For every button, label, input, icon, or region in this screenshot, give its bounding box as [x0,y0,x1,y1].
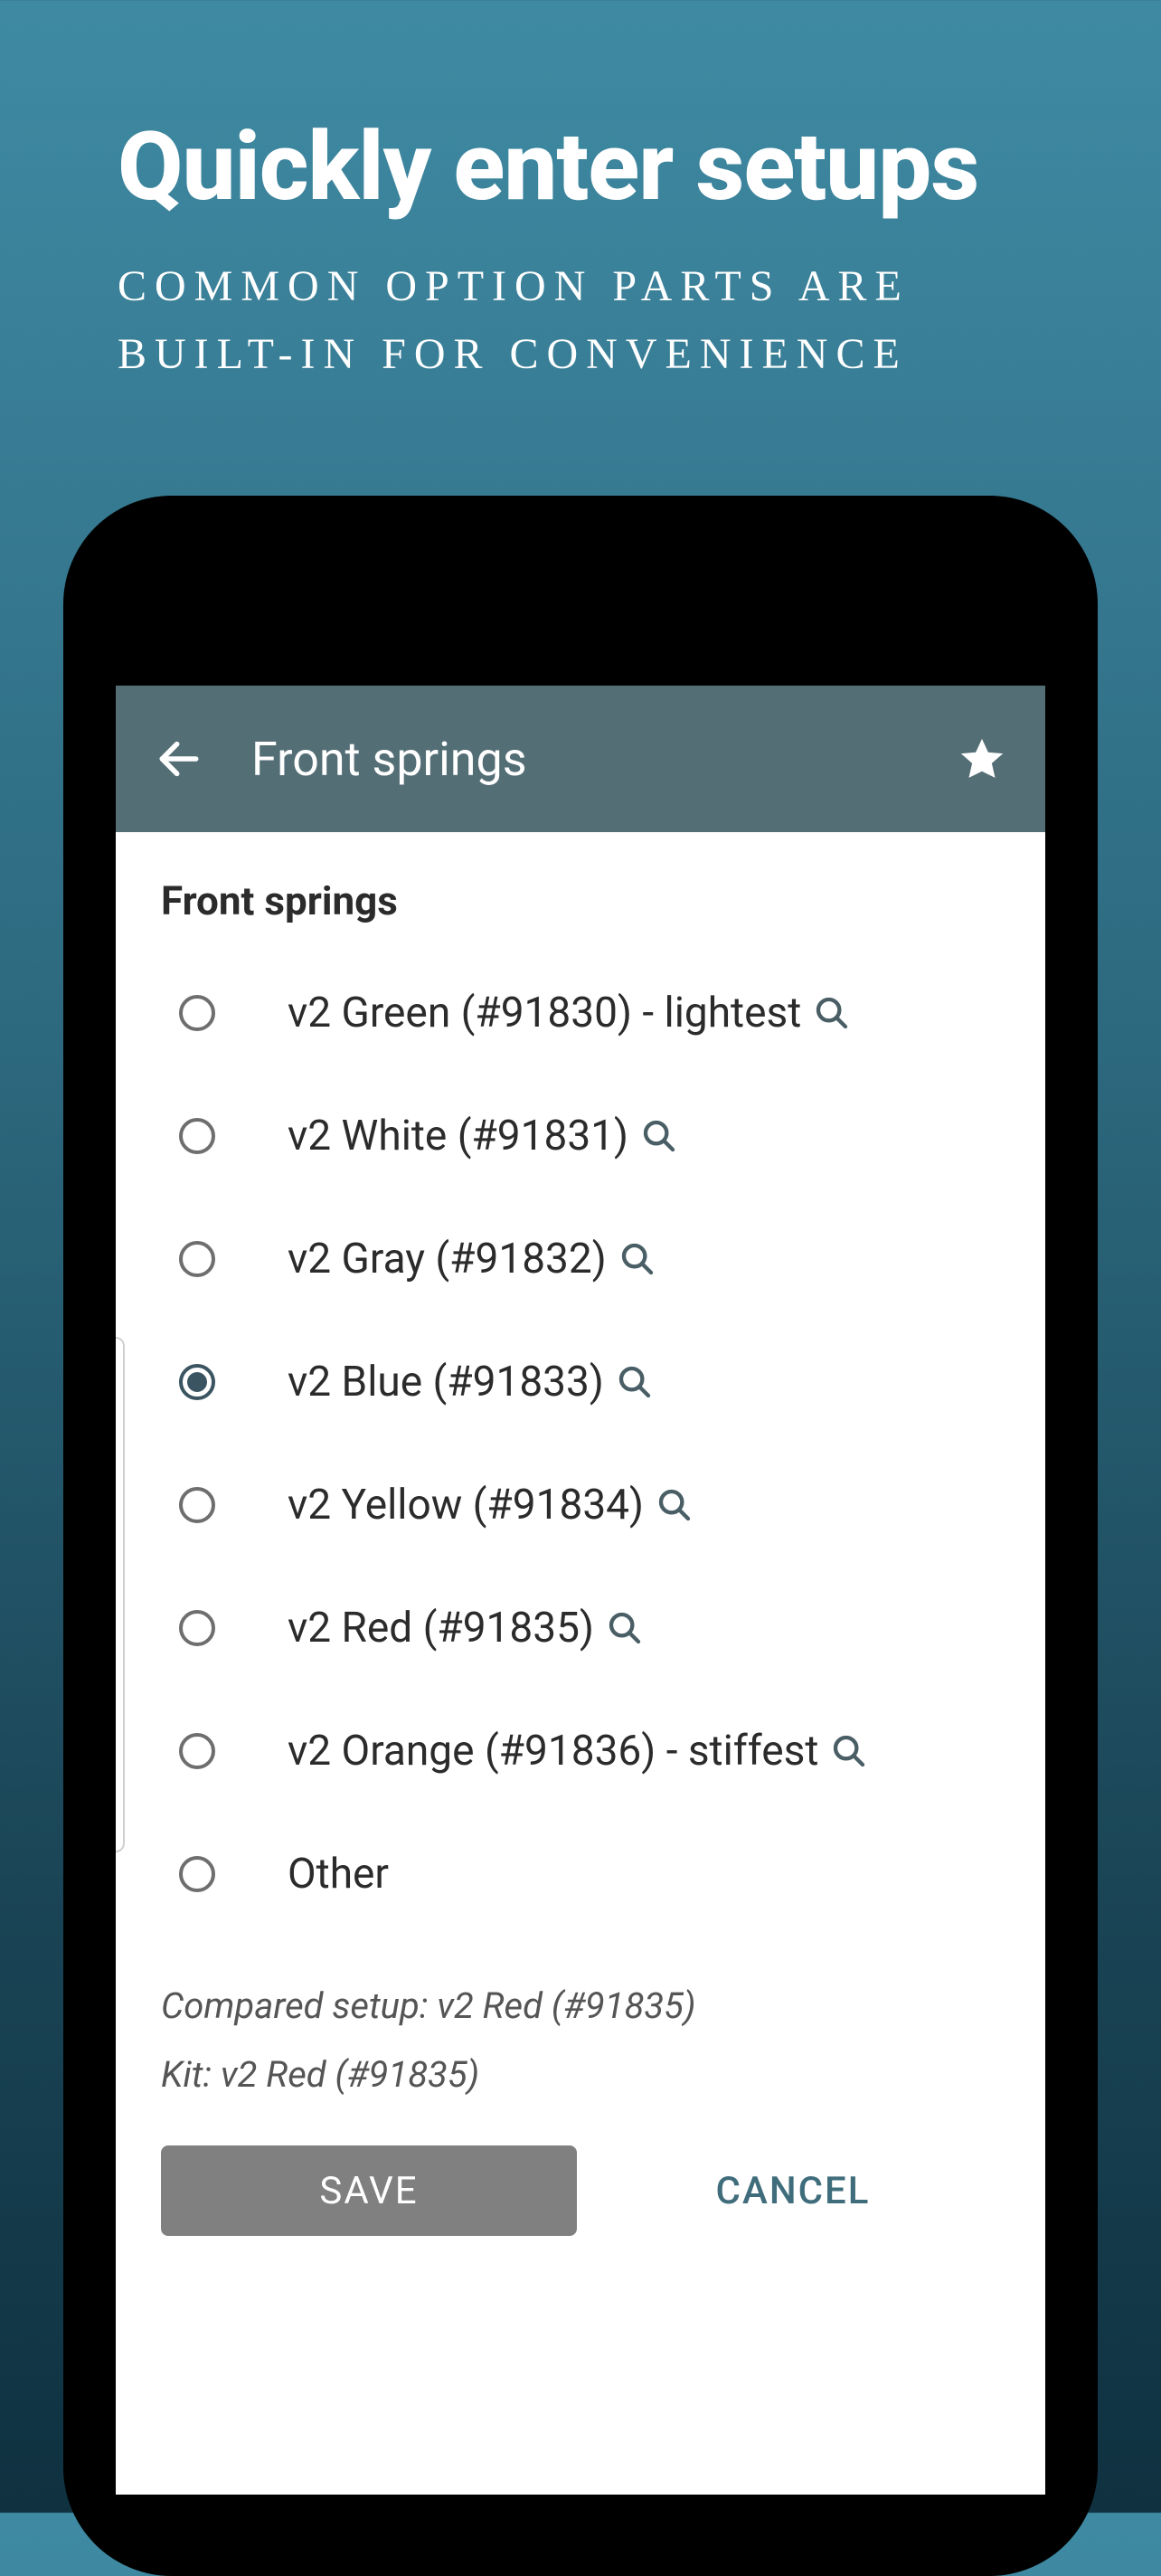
radio-button[interactable] [179,1241,215,1277]
radio-button[interactable] [179,1487,215,1523]
app-bar-title: Front springs [215,732,946,787]
favorite-button[interactable] [946,734,1018,784]
section-label: Front springs [152,877,1009,924]
option-label: v2 Green (#91830) - lightest [215,989,850,1037]
option-label: v2 Gray (#91832) [215,1235,656,1283]
option-row[interactable]: v2 Blue (#91833) [152,1321,1009,1444]
phone-frame: Front springs Front springs v2 Green (#9… [63,496,1098,2576]
option-label: v2 Red (#91835) [215,1604,643,1653]
search-icon[interactable] [607,1610,643,1646]
option-row[interactable]: v2 Green (#91830) - lightest [152,952,1009,1075]
search-icon[interactable] [656,1487,693,1523]
search-icon[interactable] [641,1118,677,1154]
phone-screen: Front springs Front springs v2 Green (#9… [116,686,1045,2495]
search-icon[interactable] [831,1733,867,1769]
radio-button[interactable] [179,1610,215,1646]
option-label: v2 Yellow (#91834) [215,1481,693,1530]
promo-title: Quickly enter setups [0,0,1161,217]
option-text: v2 Orange (#91836) - stiffest [288,1727,818,1776]
radio-button[interactable] [179,1856,215,1892]
option-label: v2 White (#91831) [215,1112,677,1160]
kit-line: Kit: v2 Red (#91835) [161,2041,1000,2109]
content-area: Front springs v2 Green (#91830) - lighte… [116,832,1045,2236]
radio-button[interactable] [179,1364,215,1400]
option-row[interactable]: v2 Gray (#91832) [152,1198,1009,1321]
radio-inner [187,1372,207,1392]
option-row[interactable]: v2 White (#91831) [152,1075,1009,1198]
search-icon[interactable] [814,995,850,1031]
option-text: v2 Green (#91830) - lightest [288,989,801,1037]
search-icon[interactable] [617,1364,653,1400]
app-bar: Front springs [116,686,1045,832]
option-label: Other [215,1850,389,1899]
compared-setup-line: Compared setup: v2 Red (#91835) [161,1972,1000,2041]
option-text: v2 Gray (#91832) [288,1235,607,1283]
arrow-left-icon [154,734,204,784]
option-text: v2 Yellow (#91834) [288,1481,644,1530]
search-icon[interactable] [619,1241,656,1277]
option-row[interactable]: Other [152,1813,1009,1936]
radio-button[interactable] [179,1118,215,1154]
option-text: v2 Blue (#91833) [288,1358,604,1406]
options-list: v2 Green (#91830) - lightest v2 White (#9… [152,952,1009,1936]
option-text: Other [288,1850,389,1899]
promo-subtitle: COMMON OPTION PARTS ARE BUILT-IN FOR CON… [0,217,1161,388]
star-icon [957,734,1007,784]
radio-button[interactable] [179,995,215,1031]
option-row[interactable]: v2 Orange (#91836) - stiffest [152,1690,1009,1813]
radio-button[interactable] [179,1733,215,1769]
save-button[interactable]: SAVE [161,2145,577,2236]
compare-area: Compared setup: v2 Red (#91835) Kit: v2 … [152,1936,1009,2109]
option-row[interactable]: v2 Yellow (#91834) [152,1444,1009,1567]
option-label: v2 Blue (#91833) [215,1358,653,1406]
cancel-button[interactable]: CANCEL [577,2145,1009,2236]
option-label: v2 Orange (#91836) - stiffest [215,1727,867,1776]
option-text: v2 Red (#91835) [288,1604,594,1653]
option-text: v2 White (#91831) [288,1112,628,1160]
button-row: SAVE CANCEL [152,2109,1009,2236]
back-button[interactable] [143,734,215,784]
side-tab-handle[interactable] [116,1337,125,1852]
option-row[interactable]: v2 Red (#91835) [152,1567,1009,1690]
